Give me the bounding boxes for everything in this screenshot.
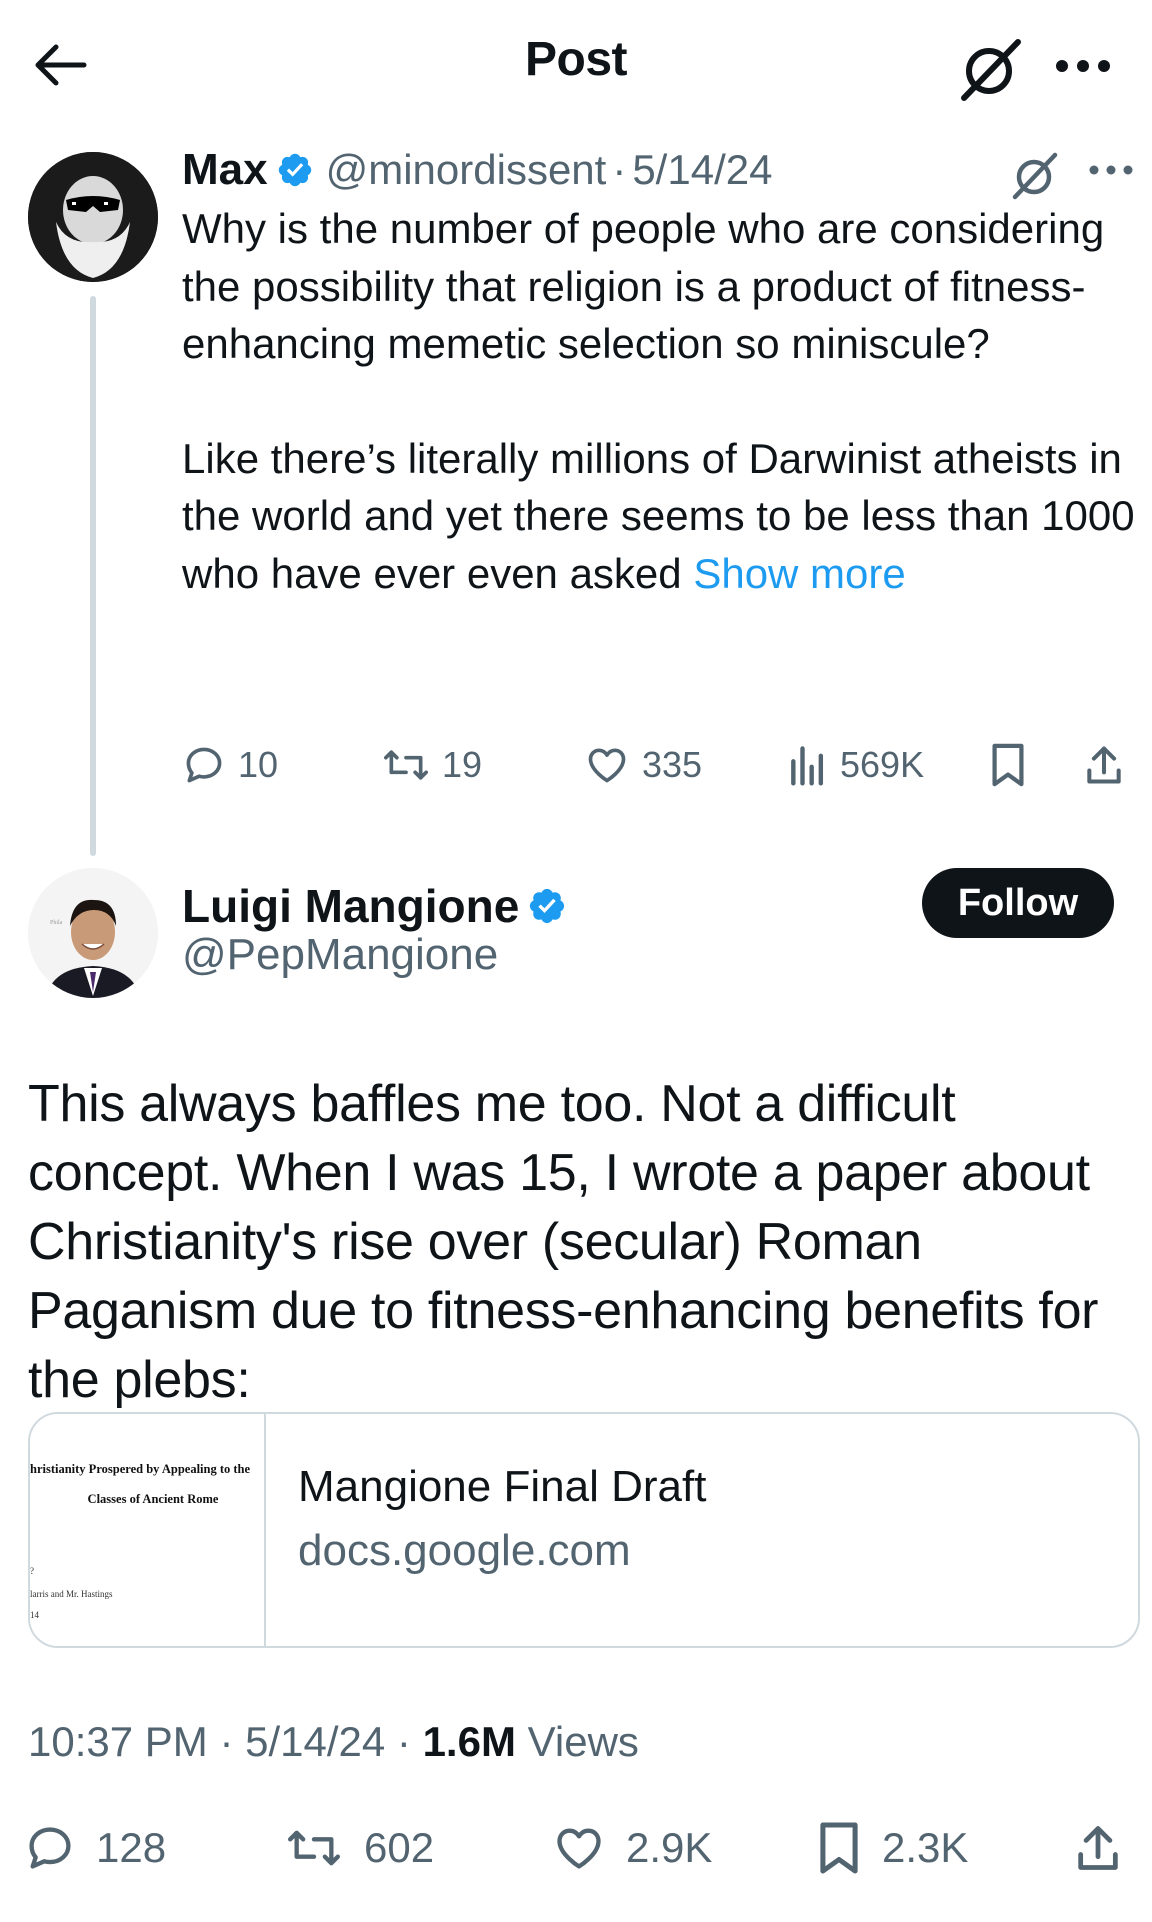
quoted-repost-count: 19 [442, 744, 483, 785]
quoted-view-count: 569K [840, 744, 925, 785]
like-icon [588, 748, 626, 783]
thumbnail-line-5: 14 [30, 1610, 39, 1620]
bookmark-count: 2.3K [882, 1824, 969, 1871]
quoted-header: Max @minordissent · 5/14/24 [182, 142, 772, 198]
thread-line [90, 296, 96, 856]
author-name[interactable]: Luigi Mangione [182, 879, 519, 933]
thumbnail-title-line: hristianity Prospered by Appealing to th… [30, 1462, 251, 1476]
reply-count: 128 [96, 1824, 167, 1871]
like-icon [557, 1828, 601, 1869]
tweet-action-bar: 128 602 2.9K 2.3K [0, 1818, 1152, 1878]
thumbnail-line-4: larris and Mr. Hastings [30, 1589, 113, 1599]
quoted-paragraph-2: Like there’s literally millions of Darwi… [182, 430, 1142, 603]
author-name-row: Luigi Mangione [182, 876, 579, 936]
like-button[interactable]: 2.9K [552, 1818, 712, 1878]
show-more-link[interactable]: Show more [693, 550, 905, 597]
repost-count: 602 [364, 1824, 435, 1871]
bookmark-button[interactable]: 2.3K [816, 1818, 968, 1878]
repost-button[interactable]: 602 [284, 1818, 434, 1878]
quoted-reply-button[interactable]: 10 [182, 740, 278, 790]
grok-button[interactable] [958, 36, 1024, 102]
repost-icon [384, 750, 428, 780]
bookmark-icon [992, 743, 1024, 787]
quoted-author-name[interactable]: Max [182, 145, 268, 195]
quoted-author-handle[interactable]: @minordissent [326, 146, 607, 194]
meta-separator: · [396, 1718, 423, 1765]
tweet-text: This always baffles me too. Not a diffic… [28, 1075, 1099, 1409]
quoted-like-button[interactable]: 335 [584, 740, 702, 790]
quoted-reply-count: 10 [238, 744, 279, 785]
quoted-views-button[interactable]: 569K [788, 740, 924, 790]
avatar-luigi[interactable]: Phila [28, 868, 158, 998]
like-count: 2.9K [626, 1824, 713, 1871]
quoted-date[interactable]: 5/14/24 [632, 146, 772, 194]
share-icon [1078, 1826, 1118, 1870]
quoted-like-count: 335 [642, 744, 703, 785]
more-icon [1056, 60, 1110, 72]
quoted-action-bar: 10 19 335 569K [182, 740, 1142, 790]
quoted-repost-button[interactable]: 19 [382, 740, 482, 790]
reply-icon [186, 747, 222, 783]
bookmark-icon [820, 1822, 858, 1874]
avatar-max[interactable] [28, 152, 158, 282]
link-card-title: Mangione Final Draft [298, 1462, 707, 1511]
thumbnail-line-3: ? [30, 1566, 34, 1576]
repost-icon [287, 1830, 340, 1866]
verified-badge-icon [527, 886, 567, 926]
quoted-grok-button[interactable] [1010, 150, 1060, 200]
quoted-paragraph-2-text: Like there’s literally millions of Darwi… [182, 434, 1135, 597]
more-icon [1089, 165, 1133, 175]
views-icon [791, 746, 824, 786]
share-button[interactable] [1072, 1818, 1124, 1878]
quoted-share-button[interactable] [1082, 740, 1126, 790]
reply-icon [29, 1827, 71, 1869]
thumbnail-subtitle-line: Classes of Ancient Rome [87, 1492, 219, 1506]
views-label: Views [527, 1718, 639, 1765]
link-card[interactable]: hristianity Prospered by Appealing to th… [28, 1412, 1140, 1648]
more-options-button[interactable] [1054, 56, 1112, 76]
meta-separator: · [219, 1718, 246, 1765]
follow-button[interactable]: Follow [922, 868, 1114, 938]
link-card-domain: docs.google.com [298, 1526, 631, 1575]
verified-badge-icon [276, 151, 314, 189]
quoted-bookmark-button[interactable] [988, 740, 1028, 790]
quoted-text: Why is the number of people who are cons… [182, 200, 1142, 602]
link-card-thumbnail: hristianity Prospered by Appealing to th… [30, 1414, 266, 1646]
views-count: 1.6M [422, 1718, 516, 1765]
svg-text:Phila: Phila [50, 920, 63, 926]
author-handle[interactable]: @PepMangione [182, 930, 498, 980]
tweet-date[interactable]: 5/14/24 [245, 1718, 385, 1765]
share-icon [1087, 746, 1121, 784]
tweet-time[interactable]: 10:37 PM [28, 1718, 208, 1765]
quoted-more-button[interactable] [1088, 162, 1134, 178]
tweet-meta: 10:37 PM · 5/14/24 · 1.6M Views [28, 1718, 639, 1766]
grok-icon [1012, 152, 1058, 200]
quoted-paragraph-1: Why is the number of people who are cons… [182, 205, 1105, 367]
reply-button[interactable]: 128 [24, 1818, 166, 1878]
grok-icon [961, 39, 1021, 101]
separator-dot: · [612, 146, 627, 193]
